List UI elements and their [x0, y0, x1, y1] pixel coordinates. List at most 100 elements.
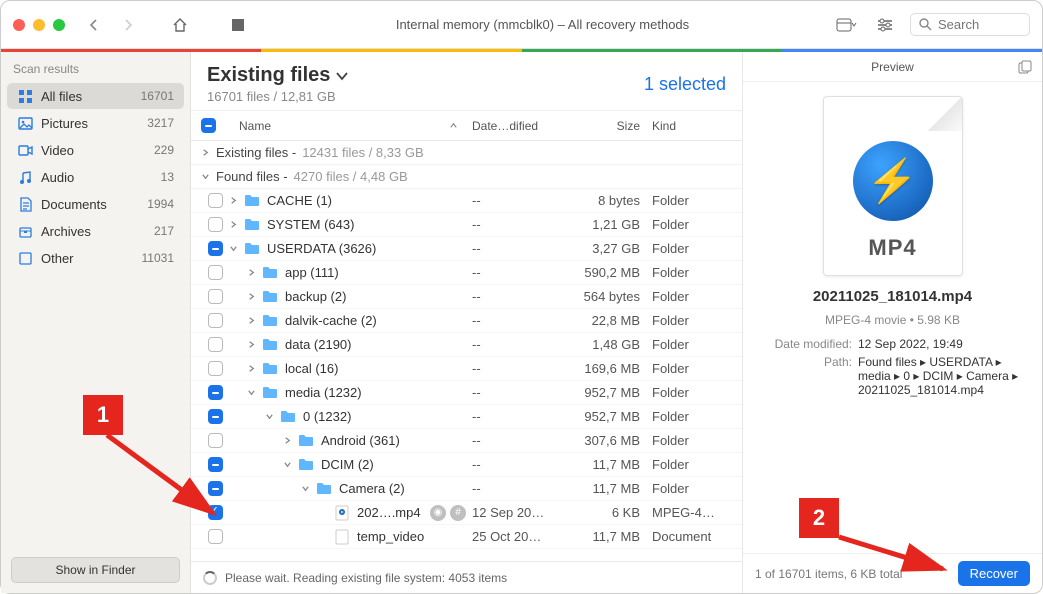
row-kind: Document [652, 529, 742, 544]
chevron-icon[interactable] [247, 388, 261, 397]
row-size: 3,27 GB [572, 241, 652, 256]
row-checkbox[interactable] [208, 361, 223, 376]
chevron-icon[interactable] [283, 436, 297, 445]
file-section[interactable]: Found files - 4270 files / 4,48 GB [191, 165, 742, 189]
row-date: -- [472, 457, 572, 472]
row-size: 952,7 MB [572, 385, 652, 400]
row-checkbox[interactable] [208, 505, 223, 520]
sidebar-item-count: 13 [161, 170, 174, 184]
row-checkbox[interactable] [208, 409, 223, 424]
sidebar-item-audio[interactable]: Audio 13 [7, 164, 184, 190]
row-checkbox[interactable] [208, 385, 223, 400]
column-header: Name Date…dified Size Kind [191, 111, 742, 141]
eye-icon[interactable]: ◉ [430, 505, 446, 521]
file-row[interactable]: backup (2)--564 bytesFolder [191, 285, 742, 309]
home-button[interactable] [167, 13, 193, 37]
stop-button[interactable] [225, 13, 251, 37]
file-row[interactable]: app (111)--590,2 MBFolder [191, 261, 742, 285]
select-all-checkbox[interactable] [201, 118, 216, 133]
row-checkbox[interactable] [208, 337, 223, 352]
chevron-icon[interactable] [283, 460, 297, 469]
chevron-icon[interactable] [247, 340, 261, 349]
sidebar-item-label: Pictures [41, 116, 139, 131]
settings-button[interactable] [872, 13, 898, 37]
sidebar-item-label: Archives [41, 224, 146, 239]
row-checkbox[interactable] [208, 289, 223, 304]
chevron-icon[interactable] [229, 220, 243, 229]
chevron-icon[interactable] [247, 292, 261, 301]
file-row[interactable]: USERDATA (3626)--3,27 GBFolder [191, 237, 742, 261]
chevron-icon[interactable] [247, 268, 261, 277]
chevron-icon[interactable] [265, 412, 279, 421]
column-date[interactable]: Date…dified [472, 119, 572, 133]
file-row[interactable]: SYSTEM (643)--1,21 GBFolder [191, 213, 742, 237]
preview-property: Date modified:12 Sep 2022, 19:49 [763, 337, 1022, 351]
column-name[interactable]: Name [229, 119, 472, 133]
file-row[interactable]: CACHE (1)--8 bytesFolder [191, 189, 742, 213]
file-row[interactable]: dalvik-cache (2)--22,8 MBFolder [191, 309, 742, 333]
file-row[interactable]: Android (361)--307,6 MBFolder [191, 429, 742, 453]
file-row[interactable]: temp_video25 Oct 20…11,7 MBDocument [191, 525, 742, 549]
file-row[interactable]: 202….mp4◉#12 Sep 20…6 KBMPEG-4… [191, 501, 742, 525]
sidebar-item-label: Audio [41, 170, 153, 185]
row-checkbox[interactable] [208, 265, 223, 280]
show-in-finder-button[interactable]: Show in Finder [11, 557, 180, 583]
file-row[interactable]: data (2190)--1,48 GBFolder [191, 333, 742, 357]
selection-count: 1 selected [644, 74, 726, 95]
sidebar-item-archives[interactable]: Archives 217 [7, 218, 184, 244]
chevron-icon[interactable] [301, 484, 315, 493]
row-checkbox[interactable] [208, 457, 223, 472]
row-checkbox[interactable] [208, 241, 223, 256]
sidebar-item-video[interactable]: Video229 [7, 137, 184, 163]
recover-button[interactable]: Recover [958, 561, 1030, 586]
row-size: 11,7 MB [572, 457, 652, 472]
row-kind: Folder [652, 289, 742, 304]
row-date: 12 Sep 20… [472, 505, 572, 520]
folder-icon [297, 458, 315, 471]
sidebar-item-count: 217 [154, 224, 174, 238]
file-row[interactable]: media (1232)--952,7 MBFolder [191, 381, 742, 405]
row-checkbox[interactable] [208, 313, 223, 328]
file-row[interactable]: DCIM (2)--11,7 MBFolder [191, 453, 742, 477]
maximize-icon[interactable] [53, 19, 65, 31]
row-checkbox[interactable] [208, 433, 223, 448]
section-title-text: Existing files [207, 64, 330, 87]
section-title[interactable]: Existing files [207, 64, 644, 87]
view-options-button[interactable] [834, 13, 860, 37]
row-checkbox[interactable] [208, 193, 223, 208]
sidebar-item-all-files[interactable]: All files16701 [7, 83, 184, 109]
search-input[interactable] [938, 17, 1018, 32]
search-icon [919, 18, 932, 31]
column-size[interactable]: Size [572, 119, 652, 133]
copy-icon[interactable] [1018, 60, 1032, 74]
sidebar-item-other[interactable]: Other11031 [7, 245, 184, 271]
file-row[interactable]: 0 (1232)--952,7 MBFolder [191, 405, 742, 429]
row-kind: Folder [652, 313, 742, 328]
row-checkbox[interactable] [208, 481, 223, 496]
row-name: app (111) [279, 265, 472, 280]
row-date: -- [472, 193, 572, 208]
row-name: backup (2) [279, 289, 472, 304]
row-checkbox[interactable] [208, 529, 223, 544]
chevron-icon[interactable] [229, 196, 243, 205]
chevron-icon[interactable] [229, 244, 243, 253]
file-section[interactable]: Existing files - 12431 files / 8,33 GB [191, 141, 742, 165]
back-button[interactable] [81, 13, 107, 37]
file-list[interactable]: Existing files - 12431 files / 8,33 GB F… [191, 141, 742, 561]
row-name: 0 (1232) [297, 409, 472, 424]
row-checkbox[interactable] [208, 217, 223, 232]
spinner-icon [203, 571, 217, 585]
sidebar-item-documents[interactable]: Documents1994 [7, 191, 184, 217]
forward-button[interactable] [115, 13, 141, 37]
close-icon[interactable] [13, 19, 25, 31]
search-field[interactable] [910, 13, 1030, 36]
chevron-icon[interactable] [247, 364, 261, 373]
file-row[interactable]: Camera (2)--11,7 MBFolder [191, 477, 742, 501]
chevron-icon[interactable] [247, 316, 261, 325]
row-date: -- [472, 385, 572, 400]
column-kind[interactable]: Kind [652, 119, 742, 133]
hash-icon[interactable]: # [450, 505, 466, 521]
sidebar-item-pictures[interactable]: Pictures3217 [7, 110, 184, 136]
file-row[interactable]: local (16)--169,6 MBFolder [191, 357, 742, 381]
minimize-icon[interactable] [33, 19, 45, 31]
